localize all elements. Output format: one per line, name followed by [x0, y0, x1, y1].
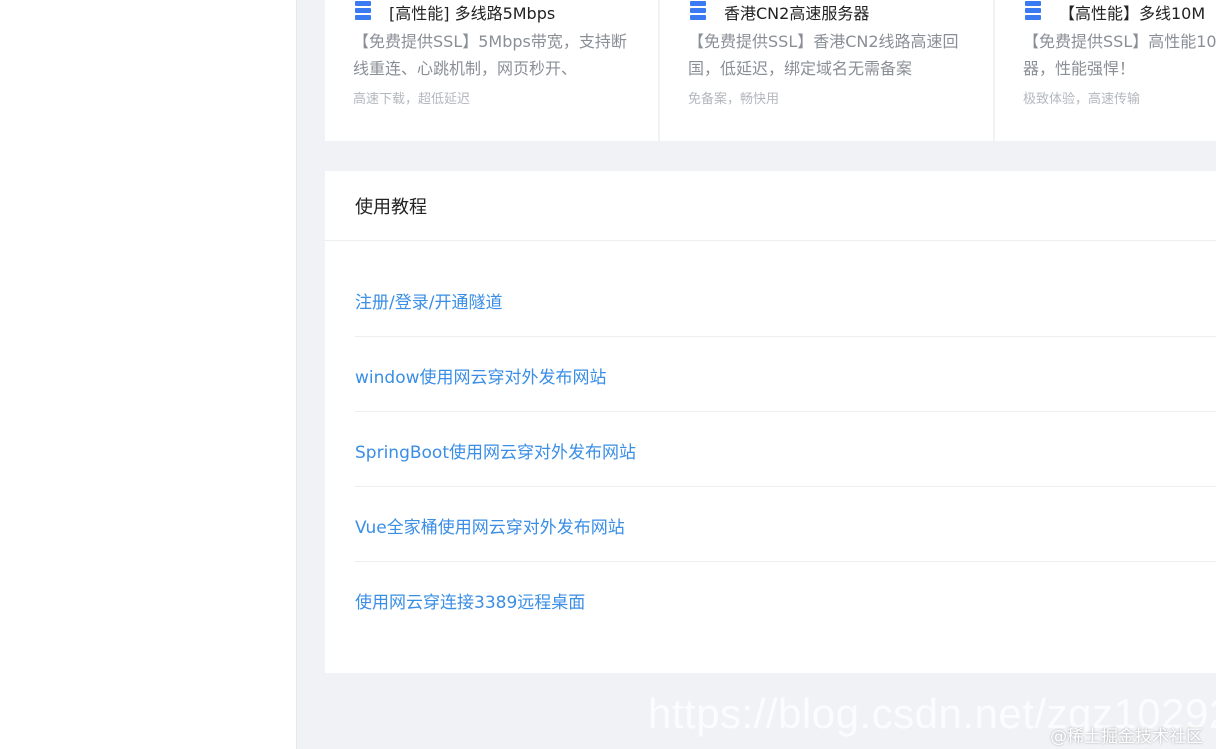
- tutorial-link-remote-desktop[interactable]: 使用网云穿连接3389远程桌面: [355, 562, 1216, 637]
- tutorial-link-window[interactable]: window使用网云穿对外发布网站: [355, 337, 1216, 412]
- tutorial-link-vue[interactable]: Vue全家桶使用网云穿对外发布网站: [355, 487, 1216, 562]
- server-card-title: [高性能] 多线路5Mbps: [353, 0, 630, 24]
- server-card-description: 【免费提供SSL】香港CN2线路高速回国，低延迟，绑定域名无需备案: [688, 32, 959, 78]
- server-card-title-text: [高性能] 多线路5Mbps: [389, 4, 556, 23]
- server-card-title-text: 【高性能】多线10M: [1059, 4, 1206, 23]
- server-card-tags: 免备案，畅快用: [688, 92, 780, 107]
- server-icon: [688, 1, 708, 23]
- tutorials-title: 使用教程: [325, 171, 1216, 241]
- main-content: [高性能] 多线路5Mbps 【免费提供SSL】5Mbps带宽，支持断线重连、心…: [297, 0, 1216, 749]
- server-card[interactable]: [高性能] 多线路5Mbps 【免费提供SSL】5Mbps带宽，支持断线重连、心…: [325, 0, 658, 141]
- server-card-title-text: 香港CN2高速服务器: [724, 4, 870, 23]
- server-card-title: 香港CN2高速服务器: [688, 0, 965, 24]
- server-card-list: [高性能] 多线路5Mbps 【免费提供SSL】5Mbps带宽，支持断线重连、心…: [325, 0, 1216, 141]
- server-card[interactable]: 【高性能】多线10M 【免费提供SSL】高性能10M带宽服务器，性能强悍！ 极致…: [995, 0, 1216, 141]
- server-card-description: 【免费提供SSL】高性能10M带宽服务器，性能强悍！: [1023, 32, 1216, 78]
- tutorials-panel: 使用教程 注册/登录/开通隧道 window使用网云穿对外发布网站 Spring…: [325, 171, 1216, 673]
- server-card-title: 【高性能】多线10M: [1023, 0, 1216, 24]
- tutorial-list: 注册/登录/开通隧道 window使用网云穿对外发布网站 SpringBoot使…: [325, 241, 1216, 637]
- server-card[interactable]: 香港CN2高速服务器 【免费提供SSL】香港CN2线路高速回国，低延迟，绑定域名…: [660, 0, 993, 141]
- server-card-description: 【免费提供SSL】5Mbps带宽，支持断线重连、心跳机制，网页秒开、: [353, 32, 627, 78]
- server-icon: [353, 1, 373, 23]
- watermark-community: @稀土掘金技术社区: [1050, 727, 1203, 747]
- left-sidebar: [0, 0, 297, 749]
- tutorial-link-springboot[interactable]: SpringBoot使用网云穿对外发布网站: [355, 412, 1216, 487]
- server-card-tags: 高速下载，超低延迟: [353, 92, 471, 107]
- server-card-tags: 极致体验，高速传输: [1023, 92, 1141, 107]
- server-icon: [1023, 1, 1043, 23]
- tutorial-link-register[interactable]: 注册/登录/开通隧道: [355, 262, 1216, 337]
